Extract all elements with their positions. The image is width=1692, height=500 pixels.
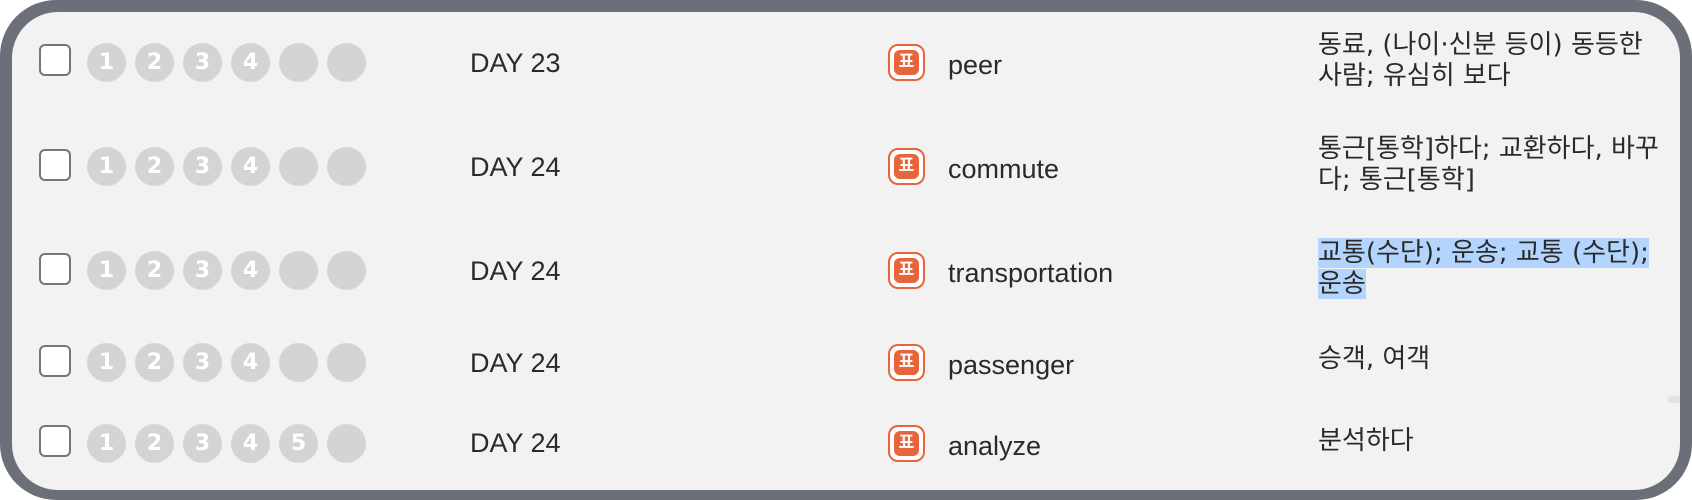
progress-circle-5[interactable] xyxy=(279,343,318,382)
word-text: analyze xyxy=(948,431,1042,461)
progress-circle-3[interactable]: 3 xyxy=(183,424,222,463)
progress-circle-4[interactable]: 4 xyxy=(231,424,270,463)
pos-badge-icon: 표 xyxy=(888,252,925,289)
progress-circle-1[interactable]: 1 xyxy=(87,43,126,82)
progress-circle-4[interactable]: 4 xyxy=(231,343,270,382)
day-label: DAY 24 xyxy=(470,348,561,378)
word-text: commute xyxy=(948,154,1060,184)
row-checkbox[interactable] xyxy=(39,44,71,76)
meaning-text: 통근[통학]하다; 교환하다, 바꾸다; 통근[통학] xyxy=(1318,134,1659,195)
progress-circle-5[interactable]: 5 xyxy=(279,424,318,463)
progress-circle-6[interactable] xyxy=(327,343,366,382)
progress-circle-4[interactable]: 4 xyxy=(231,251,270,290)
progress-circle-5[interactable] xyxy=(279,147,318,186)
row-checkbox[interactable] xyxy=(39,345,71,377)
pos-badge-icon: 표 xyxy=(888,344,925,381)
row-checkbox[interactable] xyxy=(39,149,71,181)
progress-circle-5[interactable] xyxy=(279,43,318,82)
progress-circle-3[interactable]: 3 xyxy=(183,343,222,382)
progress-circle-5[interactable] xyxy=(279,251,318,290)
progress-circle-1[interactable]: 1 xyxy=(87,147,126,186)
day-label: DAY 24 xyxy=(470,152,561,182)
word-list-panel: 1 2 3 4 DAY 23 표 peer 동료, (나이·신분 등이) 동등한… xyxy=(12,12,1680,490)
day-label: DAY 23 xyxy=(470,48,561,78)
progress-circle-1[interactable]: 1 xyxy=(87,424,126,463)
word-text: transportation xyxy=(948,258,1114,288)
progress-circle-3[interactable]: 3 xyxy=(183,147,222,186)
progress-circle-3[interactable]: 3 xyxy=(183,251,222,290)
progress-circle-2[interactable]: 2 xyxy=(135,147,174,186)
progress-circle-4[interactable]: 4 xyxy=(231,147,270,186)
row-checkbox[interactable] xyxy=(39,425,71,457)
meaning-text: 동료, (나이·신분 등이) 동등한 사람; 유심히 보다 xyxy=(1318,30,1643,91)
progress-circle-6[interactable] xyxy=(327,147,366,186)
progress-circle-6[interactable] xyxy=(327,251,366,290)
meaning-text: 분석하다 xyxy=(1318,426,1414,456)
pos-badge-icon: 표 xyxy=(888,425,925,462)
progress-circle-2[interactable]: 2 xyxy=(135,343,174,382)
text-selection: 교통(수단); 운송; 교통 (수단); 운송 xyxy=(1318,238,1649,299)
word-text: passenger xyxy=(948,350,1075,380)
window-frame: 1 2 3 4 DAY 23 표 peer 동료, (나이·신분 등이) 동등한… xyxy=(0,0,1692,500)
pos-badge-icon: 표 xyxy=(888,44,925,81)
progress-circle-6[interactable] xyxy=(327,43,366,82)
row-checkbox[interactable] xyxy=(39,253,71,285)
pos-badge-icon: 표 xyxy=(888,148,925,185)
word-text: peer xyxy=(948,50,1003,80)
progress-circle-4[interactable]: 4 xyxy=(231,43,270,82)
meaning-text-selected: 교통(수단); 운송; 교통 (수단); 운송 xyxy=(1318,238,1668,300)
progress-circle-1[interactable]: 1 xyxy=(87,343,126,382)
progress-circle-1[interactable]: 1 xyxy=(87,251,126,290)
progress-circle-6[interactable] xyxy=(327,424,366,463)
progress-circle-2[interactable]: 2 xyxy=(135,251,174,290)
day-label: DAY 24 xyxy=(470,256,561,286)
day-label: DAY 24 xyxy=(470,428,561,458)
progress-circle-2[interactable]: 2 xyxy=(135,424,174,463)
scrollbar-thumb[interactable] xyxy=(1668,396,1680,403)
meaning-text: 승객, 여객 xyxy=(1318,344,1431,374)
progress-circle-3[interactable]: 3 xyxy=(183,43,222,82)
progress-circle-2[interactable]: 2 xyxy=(135,43,174,82)
